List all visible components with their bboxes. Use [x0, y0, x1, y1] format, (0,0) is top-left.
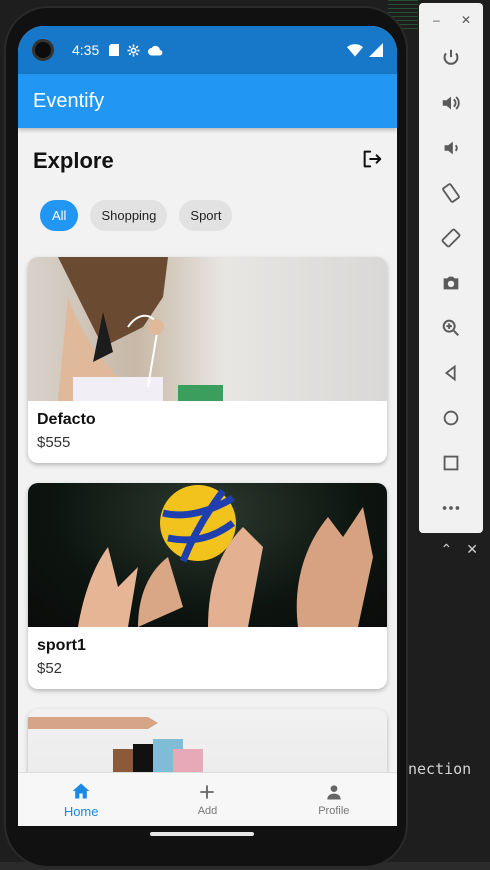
phone-screen: 4:35 Eventify Explore All Shopping Sport… — [18, 26, 397, 826]
event-image-shopping — [28, 257, 387, 401]
shopping-bags-illustration — [28, 717, 203, 772]
power-icon — [443, 49, 459, 65]
back-button[interactable] — [419, 350, 483, 395]
overview-button[interactable] — [419, 440, 483, 485]
event-list: Defacto $555 sport1 $52 — [18, 231, 397, 772]
event-card[interactable] — [28, 709, 387, 772]
event-price: $555 — [37, 434, 71, 451]
close-icon[interactable]: ✕ — [461, 13, 471, 27]
settings-icon — [127, 44, 140, 56]
volleyball-illustration — [78, 485, 373, 627]
rotate-right-icon — [441, 228, 461, 247]
nav-profile[interactable]: Profile — [271, 773, 397, 826]
back-triangle-icon — [444, 364, 456, 381]
minimize-icon[interactable]: – — [433, 13, 440, 27]
app-bar: Eventify — [18, 74, 397, 128]
rotate-right-button[interactable] — [419, 215, 483, 260]
volume-down-icon — [444, 141, 458, 154]
screenshot-button[interactable] — [419, 260, 483, 305]
person-icon — [327, 785, 341, 800]
desktop: ⌃ ✕ nection – ✕ 4:35 Eventify Explore Al… — [0, 0, 490, 870]
rotate-left-icon — [442, 182, 460, 203]
signal-icon — [369, 43, 383, 57]
status-bar: 4:35 — [18, 26, 397, 74]
shopping-woman-illustration — [58, 257, 223, 401]
filter-chip-all[interactable]: All — [40, 200, 79, 231]
volume-down-button[interactable] — [419, 125, 483, 170]
more-button[interactable] — [419, 485, 483, 530]
category-filters: All Shopping Sport — [18, 180, 397, 231]
event-card[interactable]: sport1 $52 — [28, 483, 387, 689]
home-button[interactable] — [419, 395, 483, 440]
chevron-up-icon[interactable]: ⌃ — [441, 541, 453, 558]
nav-home-label: Home — [63, 803, 99, 819]
event-price: $52 — [37, 660, 63, 677]
event-image-shopping-bags — [28, 709, 387, 772]
bottom-navigation: Home Add Profile — [18, 772, 397, 826]
zoom-button[interactable] — [419, 305, 483, 350]
camera-icon — [443, 276, 459, 289]
event-card[interactable]: Defacto $555 — [28, 257, 387, 463]
wifi-icon — [347, 43, 363, 56]
nav-add[interactable]: Add — [144, 773, 270, 826]
logout-icon — [363, 150, 382, 167]
rotate-left-button[interactable] — [419, 170, 483, 215]
explore-content[interactable]: Explore All Shopping Sport Defacto $555 … — [18, 128, 397, 772]
close-icon[interactable]: ✕ — [466, 541, 478, 558]
overview-square-icon — [443, 455, 459, 470]
gesture-bar[interactable] — [150, 832, 254, 836]
sd-card-icon — [109, 44, 120, 56]
event-title: sport1 — [37, 637, 86, 654]
event-title: Defacto — [37, 411, 96, 428]
home-icon — [72, 783, 90, 798]
front-camera — [32, 39, 54, 61]
add-icon — [200, 785, 215, 799]
nav-home[interactable]: Home — [18, 773, 144, 826]
logout-button[interactable] — [361, 148, 383, 175]
volume-up-icon — [442, 95, 460, 110]
status-time: 4:35 — [72, 42, 100, 58]
more-dots-icon — [442, 505, 460, 510]
nav-profile-label: Profile — [318, 805, 350, 817]
ide-toolbar: ⌃ ✕ — [404, 536, 490, 562]
terminal-output: nection — [408, 760, 472, 778]
filter-chip-sport[interactable]: Sport — [179, 200, 233, 231]
nav-add-label: Add — [197, 805, 218, 817]
zoom-in-icon — [442, 319, 460, 336]
filter-chip-shopping[interactable]: Shopping — [90, 200, 168, 231]
emulator-controls: – ✕ — [419, 3, 483, 533]
power-button[interactable] — [419, 35, 483, 80]
home-circle-icon — [443, 410, 459, 425]
app-title: Eventify — [33, 89, 105, 112]
page-title: Explore — [33, 148, 114, 173]
volume-up-button[interactable] — [419, 80, 483, 125]
cloud-icon — [148, 45, 163, 56]
event-image-sport — [28, 483, 387, 627]
